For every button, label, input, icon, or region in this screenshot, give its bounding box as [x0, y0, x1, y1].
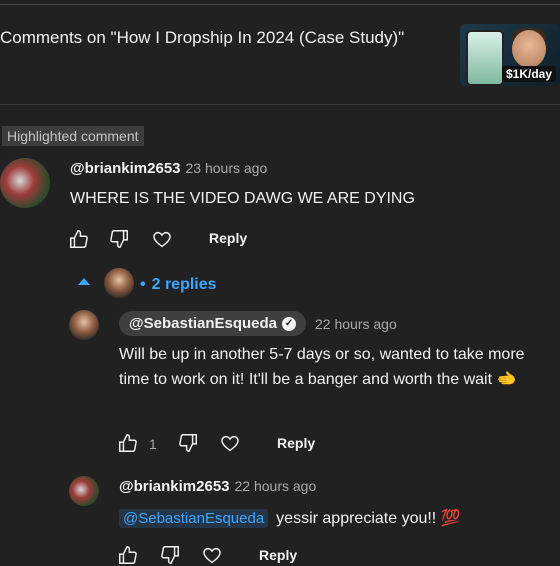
comment-time[interactable]: 23 hours ago [186, 160, 268, 176]
heart-icon[interactable] [151, 228, 173, 250]
replies-toggle[interactable]: • 2 replies [140, 276, 217, 294]
reply-text: @SebastianEsqueda yessir appreciate you!… [119, 506, 461, 531]
reply-time[interactable]: 22 hours ago [235, 478, 317, 494]
replies-separator: • [140, 276, 146, 293]
thumb-up-icon[interactable] [117, 432, 139, 454]
reply-button[interactable]: Reply [209, 230, 247, 246]
video-thumbnail[interactable]: $1K/day [460, 24, 560, 86]
comment-header: @briankim2653 23 hours ago [70, 160, 267, 177]
thumbnail-label: $1K/day [501, 66, 556, 82]
reply-header: @SebastianEsqueda ✓ 22 hours ago [119, 311, 397, 336]
thumb-down-icon[interactable] [159, 544, 181, 566]
reply-text: Will be up in another 5-7 days or so, wa… [119, 346, 525, 388]
thumb-down-icon[interactable] [108, 228, 130, 250]
heart-icon[interactable] [219, 432, 241, 454]
reply-button[interactable]: Reply [259, 547, 297, 563]
like-count: 1 [149, 436, 157, 452]
avatar[interactable] [69, 310, 99, 340]
comment-text: WHERE IS THE VIDEO DAWG WE ARE DYING [70, 190, 415, 207]
reply-author[interactable]: @SebastianEsqueda [129, 315, 277, 332]
thumbnail-phone-image [466, 30, 504, 86]
check-icon: ✓ [282, 316, 297, 331]
creator-badge[interactable]: @SebastianEsqueda ✓ [119, 311, 307, 336]
thumb-up-icon[interactable] [68, 228, 90, 250]
reply-message: yessir appreciate you!! 💯 [276, 510, 461, 527]
avatar [104, 268, 134, 298]
thumb-down-icon[interactable] [177, 432, 199, 454]
reply-button[interactable]: Reply [277, 435, 315, 451]
replies-count[interactable]: 2 replies [152, 276, 217, 294]
comment-author[interactable]: @briankim2653 [70, 160, 181, 177]
thumbnail-face-image [512, 30, 546, 68]
mention-link[interactable]: @SebastianEsqueda [119, 509, 269, 528]
top-divider [0, 4, 560, 5]
video-title: Comments on "How I Dropship In 2024 (Cas… [0, 28, 405, 47]
header-divider [0, 104, 560, 105]
heart-icon[interactable] [201, 544, 223, 566]
reply-header: @briankim2653 22 hours ago [119, 478, 316, 495]
avatar[interactable] [69, 476, 99, 506]
reply-author[interactable]: @briankim2653 [119, 478, 230, 495]
thumb-up-icon[interactable] [117, 544, 139, 566]
avatar[interactable] [0, 158, 50, 208]
reply-time[interactable]: 22 hours ago [315, 316, 397, 332]
highlighted-comment-label: Highlighted comment [2, 126, 144, 146]
caret-up-icon[interactable] [78, 278, 90, 285]
